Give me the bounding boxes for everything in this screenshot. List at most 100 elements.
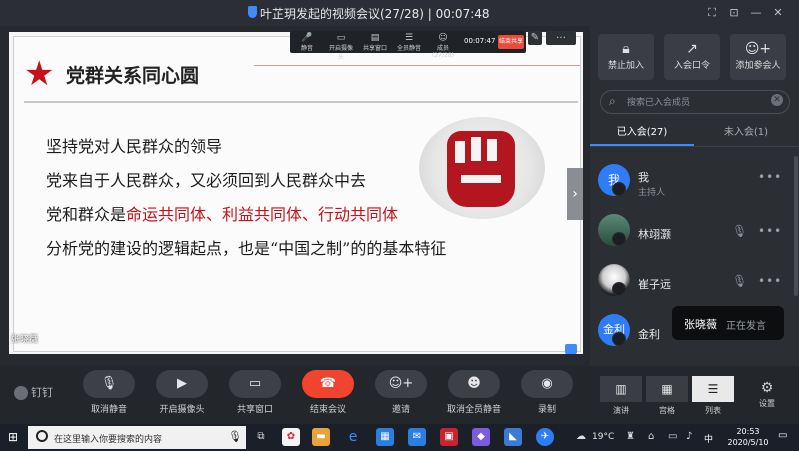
people-icon[interactable]: ♜ xyxy=(626,431,635,442)
more-icon[interactable]: ••• xyxy=(758,224,782,238)
view-speaker-button[interactable]: ▥ 演讲 xyxy=(600,376,642,418)
mail-icon[interactable]: ✉ xyxy=(408,428,426,446)
slide-line-highlight: 命运共同体、利益共同体、行动共同体 xyxy=(126,205,399,224)
store-icon[interactable]: ▦ xyxy=(376,428,394,446)
mic-off-icon: 🎙︎ xyxy=(83,370,135,398)
shared-slide: ★ 党群关系同心圆 坚持党对人民群众的领导 党来自于人民群众，又必须回到人民群众… xyxy=(9,32,583,354)
mini-mute-all-button[interactable]: ☰ 全员静音 xyxy=(396,33,422,52)
app-logo: 钉钉 xyxy=(14,384,53,400)
member-name: 金利 xyxy=(638,328,660,341)
status-badge xyxy=(565,344,577,354)
meeting-controls: 钉钉 🎙︎ 取消静音 ▶︎ 开启摄像头 ▭ 共享窗口 ☎ 结束会议 ☺+ 邀请 ☻ 取消全员… xyxy=(0,366,799,424)
title-bar: 叶芷玥发起的视频会议(27/28) | 00:07:48 ⛶ ⊡ — ✕ xyxy=(0,0,799,26)
view-grid-button[interactable]: ▦ 宫格 xyxy=(646,376,688,418)
invite-icon: ☺+ xyxy=(375,370,427,398)
mic-muted-icon: 🎙︎ xyxy=(732,274,748,288)
mini-mute-button[interactable]: 🎤 静音 xyxy=(294,33,320,52)
clock-time[interactable]: 20:53 xyxy=(720,427,776,436)
app-icon[interactable]: ◣ xyxy=(504,428,522,446)
annotate-icon[interactable]: ✎ xyxy=(528,31,542,45)
mic-muted-icon: 🎙︎ xyxy=(732,224,748,238)
more-icon[interactable]: ••• xyxy=(758,170,782,184)
mini-timer: 00:07:47 xyxy=(464,37,496,45)
divider xyxy=(24,101,578,103)
member-row[interactable]: 林翊灏 🎙︎ ••• xyxy=(590,210,790,254)
mini-members-button[interactable]: ☺ 成员(27/28) xyxy=(430,33,456,59)
folder-icon[interactable]: ▬ xyxy=(312,428,330,446)
network-icon[interactable]: ⌂ xyxy=(648,431,654,442)
lock-icon: 🔒︎ xyxy=(622,41,630,57)
cortana-icon xyxy=(36,430,48,442)
fullscreen-icon[interactable]: ⛶ xyxy=(704,5,720,21)
notification-icon[interactable]: ▭ xyxy=(778,430,792,444)
battery-icon[interactable]: ▭ xyxy=(668,431,677,442)
lock-meeting-button[interactable]: 🔒︎ 禁止加入 xyxy=(598,34,654,80)
dingtalk-icon xyxy=(14,386,28,400)
meeting-code-button[interactable]: ↗ 入会口令 xyxy=(664,34,720,80)
window-title: 叶芷玥发起的视频会议(27/28) | 00:07:48 xyxy=(260,7,490,21)
member-search: ⌕ ✕ xyxy=(600,90,790,114)
add-participant-button[interactable]: ☺+ 添加参会人 xyxy=(730,34,786,80)
slide-frame: ★ 党群关系同心圆 坚持党对人民群众的领导 党来自于人民群众，又必须回到人民群众… xyxy=(13,36,581,352)
member-role: 主持人 xyxy=(638,188,666,198)
search-input[interactable] xyxy=(625,94,769,112)
edge-browser-icon[interactable]: e xyxy=(344,428,362,446)
end-share-button[interactable]: 结束共享 xyxy=(498,35,524,49)
member-name: 林翊灏 xyxy=(638,228,671,241)
more-options-icon[interactable]: … xyxy=(546,31,576,45)
device-icon xyxy=(612,182,626,196)
taskbar-search-placeholder: 在这里输入你要搜索的内容 xyxy=(54,435,163,445)
member-row[interactable]: 崔子远 🎙︎ ••• xyxy=(590,260,790,304)
list-view-icon: ☰ xyxy=(692,376,734,402)
fist-shape xyxy=(447,131,515,207)
invite-button[interactable]: ☺+ 邀请 xyxy=(364,370,438,422)
mute-all-icon: ☻ xyxy=(448,370,500,398)
star-icon: ★ xyxy=(24,54,55,94)
app-icon[interactable]: ◆ xyxy=(472,428,490,446)
camera-icon: ▶︎ xyxy=(156,370,208,398)
close-icon[interactable]: ✕ xyxy=(770,5,786,21)
device-icon xyxy=(612,232,626,246)
volume-icon[interactable]: ♪ xyxy=(686,431,692,442)
clear-icon[interactable]: ✕ xyxy=(771,94,783,106)
next-page-button[interactable]: › xyxy=(567,168,583,220)
settings-button[interactable]: ⚙ 设置 xyxy=(756,380,778,416)
speaker-status: 正在发言 xyxy=(726,321,766,332)
scrollbar[interactable] xyxy=(794,156,798,296)
more-icon[interactable]: ••• xyxy=(758,274,782,288)
mini-share-button[interactable]: ▤ 共享窗口 xyxy=(362,33,388,52)
app-icon[interactable]: ✿ xyxy=(282,428,300,446)
minimize-icon[interactable]: — xyxy=(748,5,764,21)
sharing-toolbar: 🎤 静音 ▭ 开启摄像头 ▤ 共享窗口 ☰ 全员静音 ☺ 成员(27/28) 00:07:… xyxy=(290,31,526,61)
unmute-all-button[interactable]: ☻ 取消全员静音 xyxy=(437,370,511,422)
tab-not-joined[interactable]: 未入会(1) xyxy=(694,122,798,144)
member-name: 我 xyxy=(638,171,649,184)
task-view-icon[interactable]: ⧉ xyxy=(252,428,270,446)
search-icon: ⌕ xyxy=(609,94,616,108)
ime-indicator[interactable]: 中 xyxy=(704,432,713,445)
mini-camera-button[interactable]: ▭ 开启摄像头 xyxy=(328,33,354,61)
pin-icon[interactable]: ⊡ xyxy=(726,5,742,21)
app-icon[interactable]: ▣ xyxy=(440,428,458,446)
camera-button[interactable]: ▶︎ 开启摄像头 xyxy=(145,370,219,422)
shield-icon xyxy=(248,6,257,18)
member-name: 崔子远 xyxy=(638,278,671,291)
grid-view-icon: ▦ xyxy=(646,376,688,402)
record-button[interactable]: ◉ 录制 xyxy=(510,370,584,422)
view-list-button[interactable]: ☰ 列表 xyxy=(692,376,734,418)
end-meeting-button[interactable]: ☎ 结束会议 xyxy=(291,370,365,422)
unmute-button[interactable]: 🎙︎ 取消静音 xyxy=(72,370,146,422)
taskbar-search[interactable]: 在这里输入你要搜索的内容 🎙︎ xyxy=(28,426,246,449)
clock-date[interactable]: 2020/5/10 xyxy=(720,438,776,447)
device-icon xyxy=(612,282,626,296)
member-row[interactable]: 我 我 主持人 ••• xyxy=(590,160,790,204)
divider xyxy=(590,146,799,147)
windows-start-icon[interactable]: ⊞ xyxy=(8,430,22,444)
share-window-button[interactable]: ▭ 共享窗口 xyxy=(218,370,292,422)
dingtalk-taskbar-icon[interactable]: ✈ xyxy=(536,428,554,446)
mic-icon[interactable]: 🎙︎ xyxy=(228,430,242,443)
taskbar: ⊞ 在这里输入你要搜索的内容 🎙︎ ⧉ ✿ ▬ e ▦ ✉ ▣ ◆ ◣ ✈ ☁ … xyxy=(0,424,799,451)
tab-joined[interactable]: 已入会(27) xyxy=(590,122,694,144)
slide-line-text: 党和群众是 xyxy=(46,205,127,224)
slide-line: 坚持党对人民群众的领导 xyxy=(46,137,223,156)
